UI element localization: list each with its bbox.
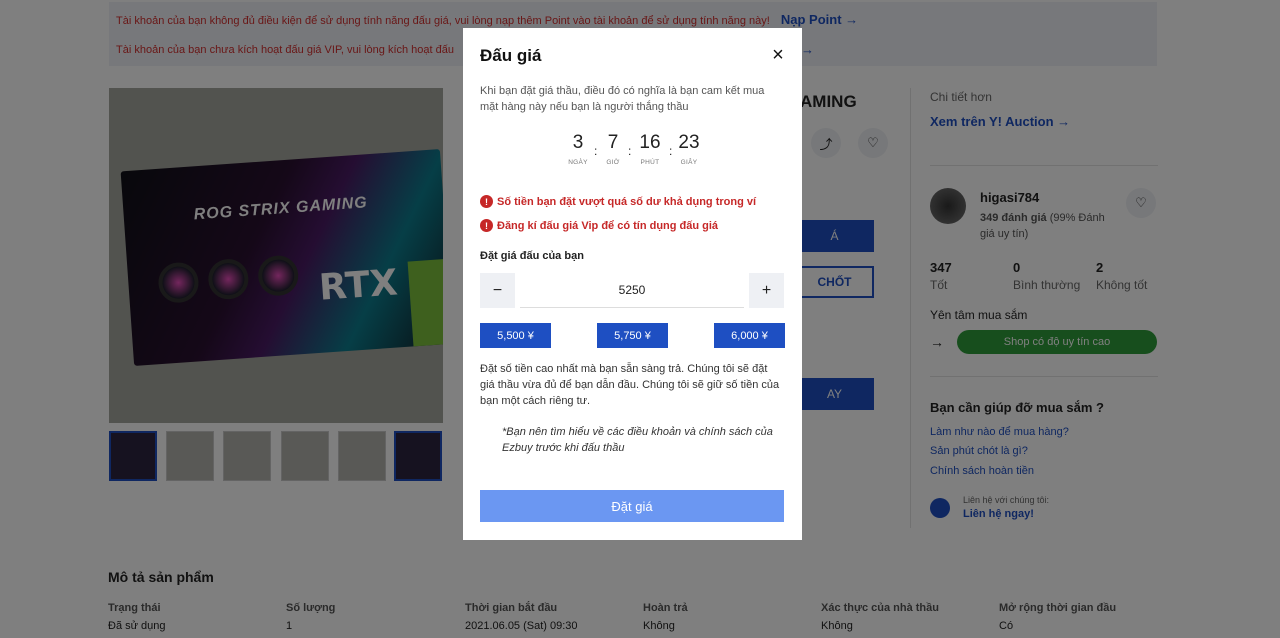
countdown-separator: :: [669, 144, 673, 158]
quick-bid-button[interactable]: 5,500 ¥: [480, 323, 551, 348]
countdown-days-value: 3: [572, 132, 584, 153]
close-icon[interactable]: ×: [769, 44, 787, 67]
modal-intro: Khi bạn đặt giá thầu, điều đó có nghĩa l…: [480, 85, 765, 113]
quick-bid-button[interactable]: 5,750 ¥: [597, 323, 668, 348]
place-bid-button[interactable]: Đặt giá: [480, 490, 784, 522]
countdown-minutes-value: 16: [639, 132, 661, 153]
terms-note: *Bạn nên tìm hiểu về các điều khoản và c…: [502, 426, 773, 454]
countdown-hours-value: 7: [607, 132, 619, 153]
bid-amount-label: Đặt giá đấu của bạn: [480, 250, 584, 262]
error-icon: !: [480, 219, 493, 232]
bid-modal: Đấu giá × Khi bạn đặt giá thầu, điều đó …: [463, 28, 802, 540]
countdown-minutes-label: PHÚT: [640, 159, 660, 166]
countdown-hours: 7 GIỜ: [598, 132, 628, 166]
warning-vip-required: ! Đăng kí đấu giá Vip để có tín dụng đấu…: [480, 219, 718, 232]
countdown-timer: 3 NGÀY : 7 GIỜ : 16 PHÚT : 23 GIÂY: [563, 132, 703, 172]
bid-amount-stepper: − +: [480, 273, 784, 308]
warning-insufficient-balance: ! Số tiền bạn đặt vượt quá số dư khả dụn…: [480, 195, 756, 208]
countdown-seconds: 23 GIÂY: [674, 132, 704, 166]
countdown-separator: :: [594, 144, 598, 158]
countdown-minutes: 16 PHÚT: [635, 132, 665, 166]
countdown-hours-label: GIỜ: [606, 159, 620, 166]
error-icon: !: [480, 195, 493, 208]
countdown-days-label: NGÀY: [568, 159, 588, 166]
countdown-separator: :: [628, 144, 632, 158]
decrease-bid-button[interactable]: −: [480, 273, 515, 308]
warning-text: Số tiền bạn đặt vượt quá số dư khả dụng …: [497, 195, 757, 208]
bid-amount-input[interactable]: [520, 273, 744, 308]
modal-title: Đấu giá: [480, 46, 542, 65]
increase-bid-button[interactable]: +: [749, 273, 784, 308]
warning-text: Đăng kí đấu giá Vip để có tín dụng đấu g…: [497, 219, 719, 232]
bid-privacy-note: Đặt số tiền cao nhất mà bạn sẵn sàng trả…: [480, 363, 780, 407]
quick-bid-button[interactable]: 6,000 ¥: [714, 323, 785, 348]
countdown-days: 3 NGÀY: [563, 132, 593, 166]
countdown-seconds-value: 23: [678, 132, 700, 153]
countdown-seconds-label: GIÂY: [680, 159, 698, 166]
